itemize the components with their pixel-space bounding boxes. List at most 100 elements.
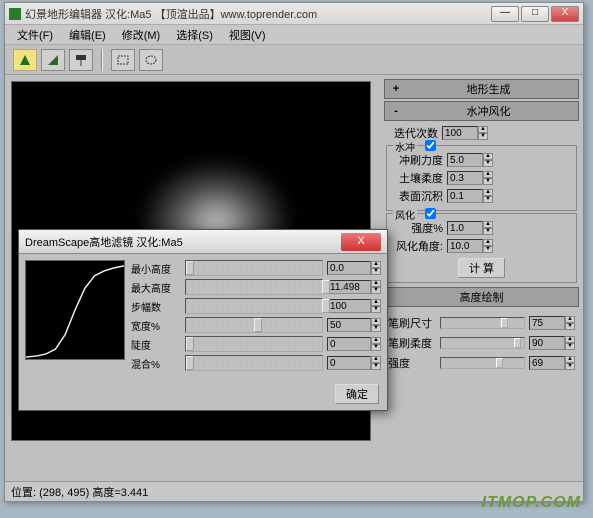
spin-down-icon[interactable]: ▼ (371, 344, 381, 351)
spin-down-icon[interactable]: ▼ (478, 133, 488, 140)
soil-input[interactable] (447, 171, 483, 185)
brush-size-input[interactable] (529, 316, 565, 330)
rollout-label: 水冲风化 (403, 103, 574, 119)
select-rect-button[interactable] (111, 49, 135, 71)
rollout-label: 地形生成 (403, 81, 574, 97)
wind-strength-label: 强度% (391, 220, 443, 236)
soil-label: 土壤柔度 (391, 170, 443, 186)
highland-filter-dialog: DreamScape高地滤镜 汉化:Ma5 X 最小高度▲▼最大高度▲▼步幅数▲… (18, 229, 388, 411)
spin-down-icon[interactable]: ▼ (371, 325, 381, 332)
force-spinner[interactable]: ▲▼ (447, 153, 493, 167)
soil-spinner[interactable]: ▲▼ (447, 171, 493, 185)
wind-angle-spinner[interactable]: ▲▼ (447, 239, 493, 253)
wind-angle-label: 风化角度: (391, 238, 443, 254)
spin-up-icon[interactable]: ▲ (371, 318, 381, 325)
spin-down-icon[interactable]: ▼ (371, 287, 381, 294)
wind-strength-spinner[interactable]: ▲▼ (447, 221, 493, 235)
brush-strength-input[interactable] (529, 356, 565, 370)
curve-preview (25, 260, 125, 360)
param-slider[interactable] (185, 279, 323, 295)
iterations-spinner[interactable]: ▲▼ (442, 126, 488, 140)
toolbar (5, 45, 583, 75)
brush-soft-label: 笔刷柔度 (388, 335, 440, 351)
brush-soft-input[interactable] (529, 336, 565, 350)
menu-edit[interactable]: 编辑(E) (61, 25, 114, 45)
dialog-param-row: 宽度% ▲▼ (131, 317, 381, 333)
dialog-param-row: 混合% ▲▼ (131, 355, 381, 371)
paint-header: 高度绘制 (389, 289, 574, 305)
minimize-button[interactable]: — (491, 6, 519, 22)
dialog-param-row: 最大高度 ▲▼ (131, 279, 381, 295)
param-label: 宽度% (131, 318, 185, 333)
spin-up-icon[interactable]: ▲ (371, 337, 381, 344)
deposit-spinner[interactable]: ▲▼ (447, 189, 493, 203)
spin-down-icon[interactable]: ▼ (371, 268, 381, 275)
force-label: 冲刷力度 (391, 152, 443, 168)
param-label: 步幅数 (131, 299, 185, 314)
titlebar[interactable]: 幻景地形编辑器 汉化:Ma5 【顶渲出品】www.toprender.com —… (5, 3, 583, 25)
calculate-button[interactable]: 计 算 (458, 258, 505, 278)
brush-strength-slider[interactable] (440, 357, 525, 369)
tool-roller-button[interactable] (69, 49, 93, 71)
tool-point-button[interactable] (41, 49, 65, 71)
param-label: 混合% (131, 356, 185, 371)
dialog-title: DreamScape高地滤镜 汉化:Ma5 (25, 234, 183, 250)
dialog-close-button[interactable]: X (341, 233, 381, 251)
spin-down-icon[interactable]: ▼ (371, 363, 381, 370)
app-icon (9, 8, 21, 20)
water-group: 水冲 冲刷力度 ▲▼ 土壤柔度 ▲▼ 表面沉积 ▲▼ (386, 145, 577, 211)
rollout-erosion[interactable]: - 水冲风化 (384, 101, 579, 121)
dialog-ok-button[interactable]: 确定 (335, 384, 379, 404)
param-slider[interactable] (185, 260, 323, 276)
rollout-paint[interactable]: 高度绘制 (384, 287, 579, 307)
param-slider[interactable] (185, 298, 323, 314)
plus-icon: + (389, 83, 403, 95)
param-value-input[interactable] (327, 261, 371, 275)
deposit-input[interactable] (447, 189, 483, 203)
wind-angle-input[interactable] (447, 239, 483, 253)
spin-up-icon[interactable]: ▲ (371, 299, 381, 306)
param-slider[interactable] (185, 355, 323, 371)
param-value-input[interactable] (327, 280, 371, 294)
spin-up-icon[interactable]: ▲ (478, 126, 488, 133)
minus-icon: - (389, 105, 403, 117)
iterations-input[interactable] (442, 126, 478, 140)
curve-chart (26, 261, 124, 359)
param-value-input[interactable] (327, 299, 371, 313)
close-button[interactable]: X (551, 6, 579, 22)
brush-size-slider[interactable] (440, 317, 525, 329)
dialog-titlebar[interactable]: DreamScape高地滤镜 汉化:Ma5 X (19, 230, 387, 254)
spin-up-icon[interactable]: ▲ (371, 280, 381, 287)
param-value-input[interactable] (327, 318, 371, 332)
dialog-param-row: 最小高度 ▲▼ (131, 260, 381, 276)
status-text: 位置: (298, 495) 高度=3.441 (11, 484, 148, 500)
brush-soft-slider[interactable] (440, 337, 525, 349)
window-title: 幻景地形编辑器 汉化:Ma5 【顶渲出品】www.toprender.com (25, 6, 317, 22)
menu-select[interactable]: 选择(S) (168, 25, 221, 45)
wind-group-title: 风化 (393, 207, 417, 222)
spin-down-icon[interactable]: ▼ (371, 306, 381, 313)
menubar: 文件(F) 编辑(E) 修改(M) 选择(S) 视图(V) (5, 25, 583, 45)
toolbar-separator (101, 49, 103, 71)
menu-modify[interactable]: 修改(M) (114, 25, 169, 45)
maximize-button[interactable]: □ (521, 6, 549, 22)
water-enable-checkbox[interactable] (425, 140, 436, 151)
param-slider[interactable] (185, 317, 323, 333)
side-panel: + 地形生成 - 水冲风化 迭代次数 ▲▼ 水冲 冲刷力度 ▲▼ 土壤柔度 (380, 75, 583, 495)
wind-enable-checkbox[interactable] (425, 208, 436, 219)
wind-strength-input[interactable] (447, 221, 483, 235)
spin-up-icon[interactable]: ▲ (371, 356, 381, 363)
param-slider[interactable] (185, 336, 323, 352)
select-lasso-button[interactable] (139, 49, 163, 71)
param-label: 最大高度 (131, 280, 185, 295)
rollout-terrain-gen[interactable]: + 地形生成 (384, 79, 579, 99)
menu-file[interactable]: 文件(F) (9, 25, 61, 45)
param-value-input[interactable] (327, 337, 371, 351)
force-input[interactable] (447, 153, 483, 167)
menu-view[interactable]: 视图(V) (221, 25, 274, 45)
tool-raise-button[interactable] (13, 49, 37, 71)
statusbar: 位置: (298, 495) 高度=3.441 (5, 481, 583, 501)
param-label: 最小高度 (131, 261, 185, 276)
spin-up-icon[interactable]: ▲ (371, 261, 381, 268)
param-value-input[interactable] (327, 356, 371, 370)
